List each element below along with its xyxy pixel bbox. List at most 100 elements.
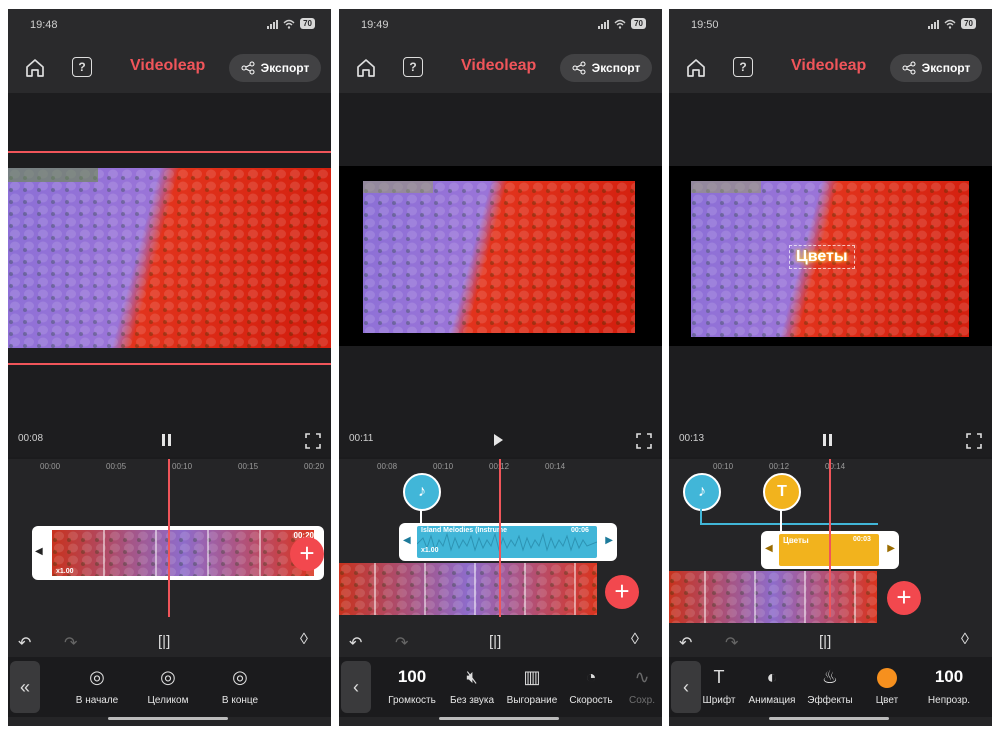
audio-duration: 00:06 <box>571 527 589 534</box>
top-bar: ? Videoleap Экспорт <box>339 39 662 93</box>
export-button[interactable]: Экспорт <box>560 54 652 82</box>
timeline[interactable]: 00:00 00:05 00:10 00:15 00:20 ◀ x1.00 00… <box>8 459 331 629</box>
share-icon <box>572 61 586 75</box>
tool-end[interactable]: ◎ В конце <box>214 665 266 706</box>
trim-handle-left[interactable]: ◀ <box>403 535 411 546</box>
mute-icon: 🔇︎ <box>466 667 478 687</box>
app-title: Videoleap <box>461 57 537 74</box>
tool-font[interactable]: T Шрифт <box>697 665 741 706</box>
trim-handle-right[interactable]: ▶ <box>887 543 895 554</box>
redo-icon[interactable]: ↷ <box>64 633 77 653</box>
status-bar: 19:50 70 <box>669 9 992 39</box>
trim-handle-right[interactable]: ▶ <box>605 535 613 546</box>
add-button[interactable]: + <box>887 581 921 615</box>
app-title: Videoleap <box>130 57 206 74</box>
ruler-tick: 00:10 <box>433 462 454 471</box>
undo-icon[interactable]: ↶ <box>679 633 692 653</box>
playhead[interactable] <box>168 459 170 617</box>
text-marker-icon[interactable]: T <box>763 473 801 511</box>
share-icon <box>241 61 255 75</box>
video-preview[interactable]: Цветы <box>669 93 992 457</box>
split-icon[interactable]: [|] <box>158 633 170 650</box>
fullscreen-icon[interactable] <box>966 433 982 449</box>
help-icon[interactable]: ? <box>733 57 753 77</box>
video-preview[interactable] <box>339 93 662 457</box>
collapse-back-button[interactable]: « <box>10 661 40 713</box>
video-frame-tulips <box>8 168 331 348</box>
tool-save[interactable]: ∿ Сохр. <box>623 665 661 706</box>
add-button[interactable]: + <box>605 575 639 609</box>
export-label: Экспорт <box>591 61 641 75</box>
keyframe-icon[interactable]: ◊ <box>300 631 308 649</box>
phone-screen-1: 19:48 70 ? Videoleap Экспорт 00:08 00:00… <box>8 9 331 726</box>
split-icon[interactable]: [|] <box>819 633 831 650</box>
video-track[interactable] <box>339 563 597 615</box>
ruler-tick: 00:10 <box>713 462 734 471</box>
video-clip[interactable]: ◀ x1.00 00:20 <box>32 526 324 580</box>
play-icon[interactable] <box>491 433 505 447</box>
tool-full[interactable]: ◎ Целиком <box>140 665 196 706</box>
tool-mute[interactable]: 🔇︎ Без звука <box>445 665 499 706</box>
export-button[interactable]: Экспорт <box>229 54 321 82</box>
fullscreen-icon[interactable] <box>305 433 321 449</box>
playhead[interactable] <box>499 459 501 617</box>
align-end-icon: ◎ <box>232 667 248 687</box>
add-button[interactable]: + <box>290 537 324 571</box>
color-icon <box>877 668 897 689</box>
tool-volume[interactable]: 100 Громкость <box>383 665 441 706</box>
tool-fade[interactable]: ▥ Выгорание <box>503 665 561 706</box>
tool-opacity[interactable]: 100 Непрозр. <box>919 665 979 706</box>
pause-icon[interactable] <box>821 433 835 447</box>
ruler-tick: 00:12 <box>769 462 790 471</box>
home-icon[interactable] <box>685 57 707 79</box>
status-bar: 19:49 70 <box>339 9 662 39</box>
status-time: 19:48 <box>30 19 58 31</box>
audio-clip[interactable]: ◀ Island Melodies (Instrume x1.00 00:06 … <box>399 523 617 561</box>
timeline[interactable]: 00:08 00:10 00:12 00:14 ♪ ◀ Island Melod… <box>339 459 662 629</box>
fullscreen-icon[interactable] <box>636 433 652 449</box>
audio-speed: x1.00 <box>421 547 439 554</box>
ruler-tick: 00:15 <box>238 462 259 471</box>
align-start-icon: ◎ <box>89 667 105 687</box>
ruler-tick: 00:08 <box>377 462 398 471</box>
undo-icon[interactable]: ↶ <box>349 633 362 653</box>
battery-indicator: 70 <box>631 18 646 29</box>
edit-row: ↶ ↷ [|] ◊ <box>8 631 331 653</box>
undo-icon[interactable]: ↶ <box>18 633 31 653</box>
battery-indicator: 70 <box>300 18 315 29</box>
text-clip-duration: 00:03 <box>853 536 871 543</box>
tool-start[interactable]: ◎ В начале <box>70 665 124 706</box>
tool-animation[interactable]: ◐ Анимация <box>745 665 799 706</box>
video-track[interactable] <box>669 571 877 623</box>
tool-speed[interactable]: ◔ Скорость <box>565 665 617 706</box>
redo-icon[interactable]: ↷ <box>395 633 408 653</box>
tool-color[interactable]: Цвет <box>867 665 907 706</box>
music-note-icon[interactable]: ♪ <box>403 473 441 511</box>
clip-thumbnails <box>52 530 314 576</box>
toolbar: ‹ 100 Громкость 🔇︎ Без звука ▥ Выгорание ◔ С… <box>339 657 662 717</box>
help-icon[interactable]: ? <box>72 57 92 77</box>
export-button[interactable]: Экспорт <box>890 54 982 82</box>
video-preview[interactable] <box>8 93 331 457</box>
playhead[interactable] <box>829 459 831 617</box>
music-note-icon[interactable]: ♪ <box>683 473 721 511</box>
export-label: Экспорт <box>260 61 310 75</box>
trim-handle-left[interactable]: ◀ <box>765 543 773 554</box>
home-icon[interactable] <box>24 57 46 79</box>
opacity-value: 100 <box>934 667 964 686</box>
current-time: 00:13 <box>679 433 705 444</box>
timeline[interactable]: 00:10 00:12 00:14 ♪ T ◀ Цветы 00:03 ▶ + <box>669 459 992 629</box>
pause-icon[interactable] <box>160 433 174 447</box>
status-bar: 19:48 70 <box>8 9 331 39</box>
tool-effects[interactable]: ♨ Эффекты <box>803 665 857 706</box>
back-button[interactable]: ‹ <box>341 661 371 713</box>
keyframe-icon[interactable]: ◊ <box>961 631 969 649</box>
split-icon[interactable]: [|] <box>489 633 501 650</box>
trim-handle-left[interactable]: ◀ <box>35 546 43 557</box>
home-icon[interactable] <box>355 57 377 79</box>
redo-icon[interactable]: ↷ <box>725 633 738 653</box>
ruler-tick: 00:20 <box>304 462 325 471</box>
text-overlay[interactable]: Цветы <box>789 245 855 269</box>
help-icon[interactable]: ? <box>403 57 423 77</box>
keyframe-icon[interactable]: ◊ <box>631 631 639 649</box>
